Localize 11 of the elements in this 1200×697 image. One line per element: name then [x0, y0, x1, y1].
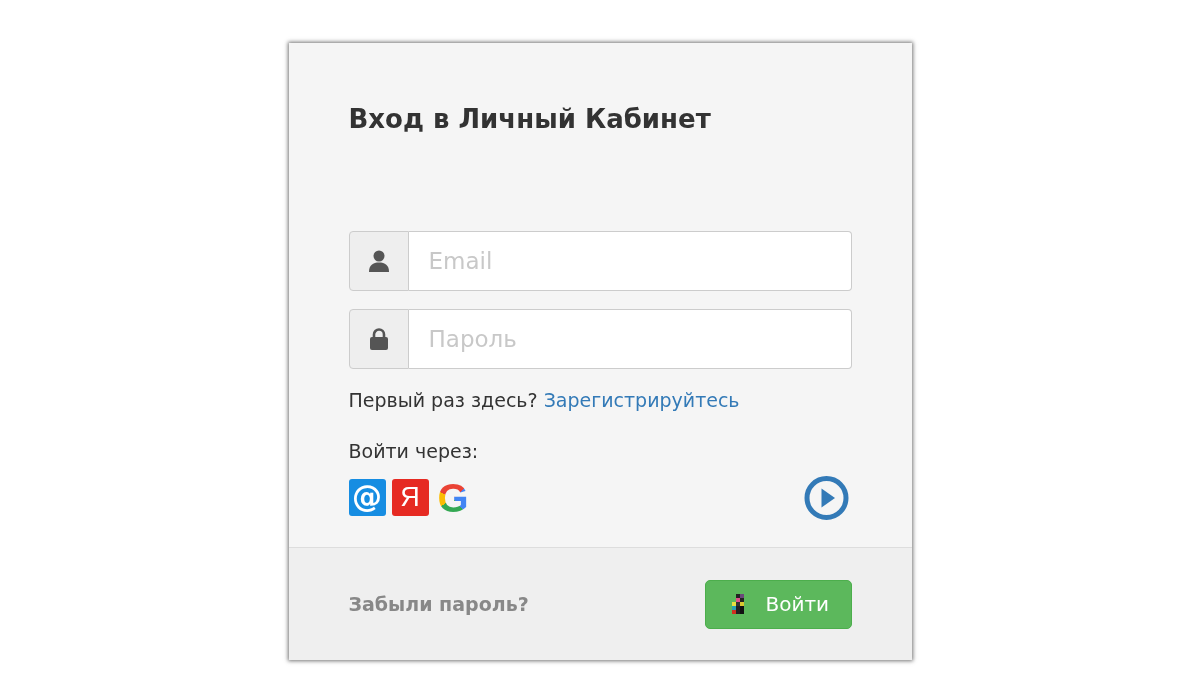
register-link[interactable]: Зарегистрируйтесь — [543, 389, 740, 411]
person-icon — [368, 250, 389, 272]
social-login-button[interactable]: Я — [391, 479, 429, 516]
login-button[interactable]: Войти — [704, 579, 852, 629]
register-prompt: Первый раз здесь? — [348, 389, 538, 411]
lock-icon — [369, 328, 388, 350]
forgot-password-link[interactable]: Забыли пароль? — [348, 593, 529, 615]
social-login-label: Войти через: — [348, 439, 479, 464]
play-icon[interactable] — [803, 475, 849, 520]
social-login-button[interactable]: @ — [348, 479, 386, 516]
login-title: Вход в Личный Кабинет — [348, 103, 712, 136]
